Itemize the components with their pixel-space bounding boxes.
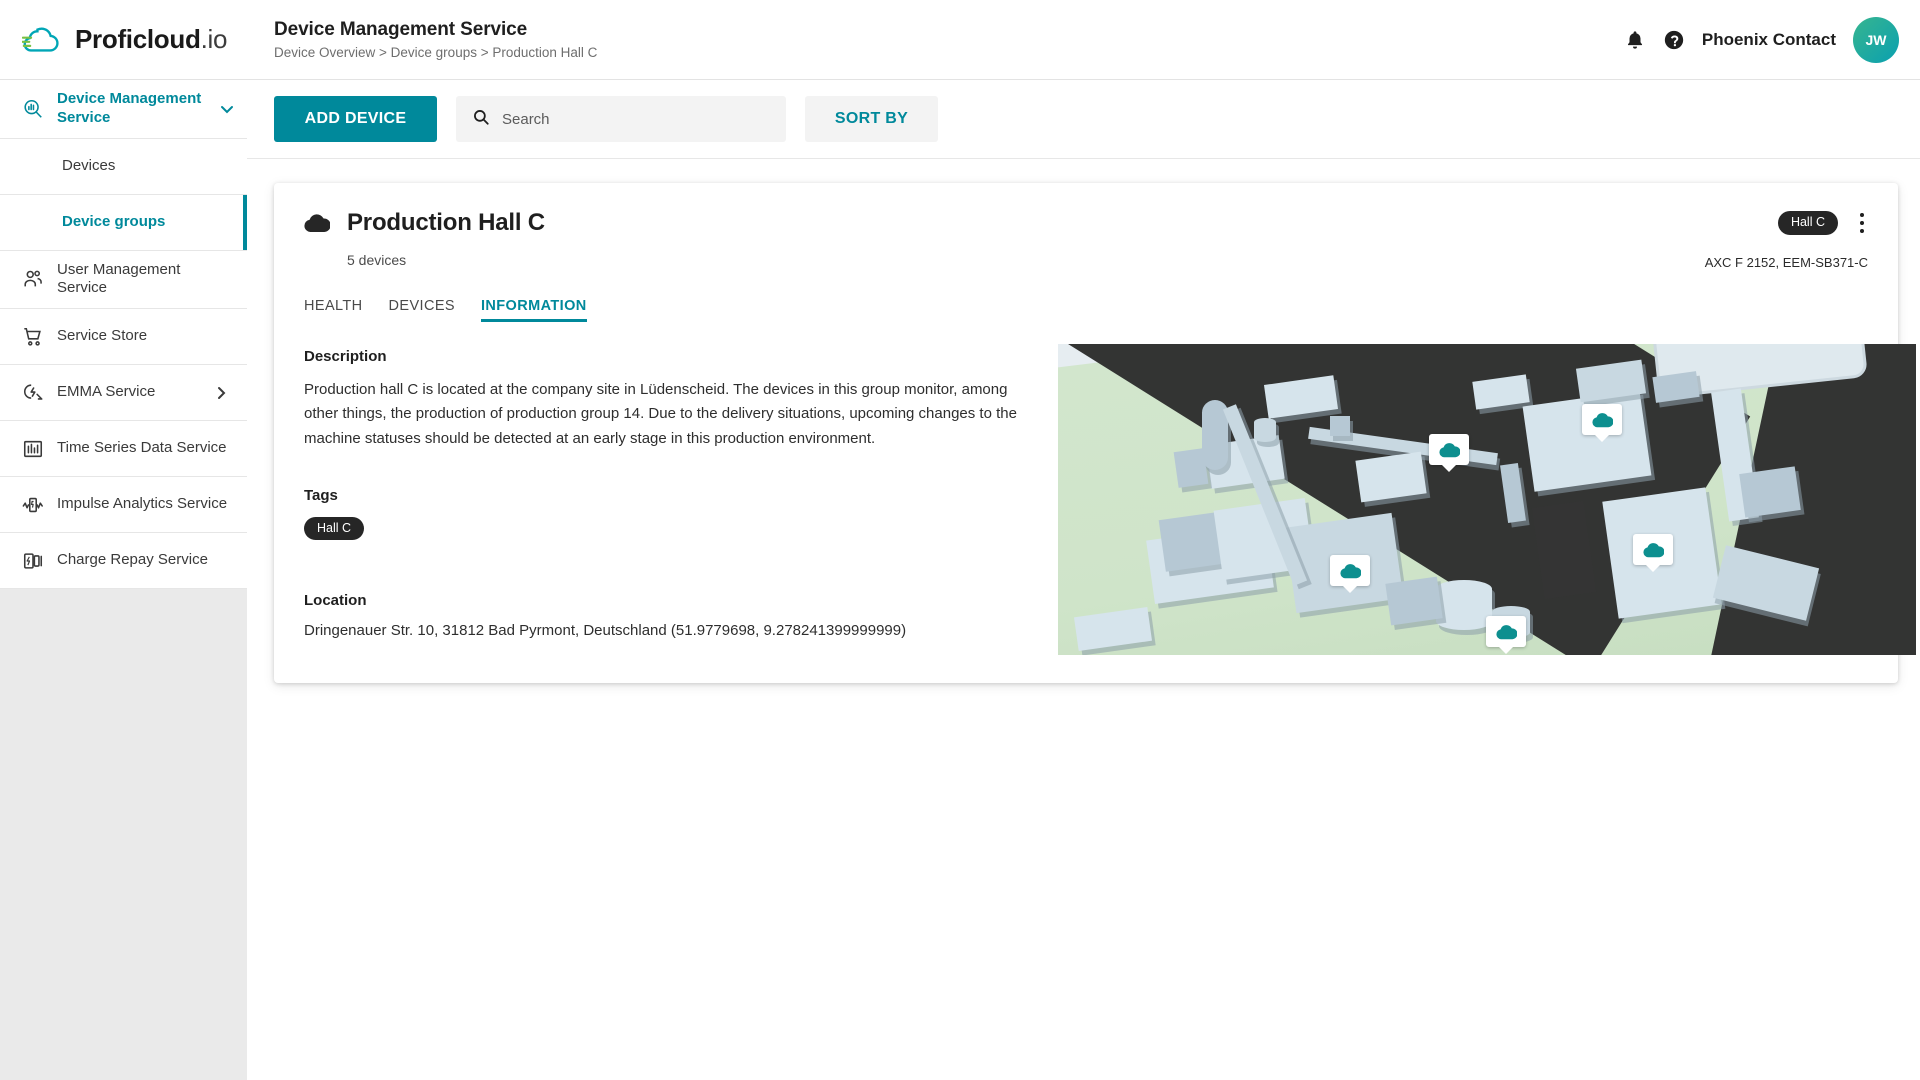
map-tank: [1254, 418, 1276, 442]
information-column: Description Production hall C is located…: [304, 344, 1020, 655]
page-title: Device Management Service: [274, 19, 528, 40]
card-header: Production Hall C 5 devices Hall C AXC F…: [304, 209, 1868, 270]
map-building: [1330, 416, 1350, 436]
battery-icon: [22, 550, 44, 572]
sidebar-item-device-management-service[interactable]: Device Management Service: [0, 80, 247, 139]
sidebar-item-device-groups[interactable]: Device groups: [0, 194, 247, 251]
brand-name: Proficloud.io: [75, 24, 228, 54]
device-group-card: Production Hall C 5 devices Hall C AXC F…: [274, 183, 1916, 683]
content-area: Production Hall C 5 devices Hall C AXC F…: [247, 159, 1920, 1080]
main-area: Device Management Service Device Overvie…: [247, 0, 1920, 1080]
breadcrumb[interactable]: Device Overview > Device groups > Produc…: [274, 45, 597, 60]
sidebar-item-label: Device Management Service: [57, 90, 202, 126]
card-body: Description Production hall C is located…: [304, 344, 1916, 655]
device-management-icon: [22, 98, 44, 120]
sidebar-item-label: Device groups: [62, 212, 166, 230]
sidebar-item-service-store[interactable]: Service Store: [0, 309, 247, 365]
sidebar-item-label: Impulse Analytics Service: [57, 495, 228, 513]
tab-devices[interactable]: DEVICES: [389, 298, 455, 322]
card-title-row: Production Hall C: [304, 209, 545, 237]
shopping-cart-icon: [22, 326, 44, 348]
notification-bell-icon[interactable]: [1624, 29, 1646, 51]
sidebar-item-label: EMMA Service: [57, 383, 156, 401]
cloud-map-pin-icon: [1339, 563, 1361, 578]
sidebar-item-label: User Management Service: [57, 260, 181, 297]
map-pin[interactable]: [1582, 404, 1622, 442]
map-pin[interactable]: [1633, 534, 1673, 572]
organization-name: Phoenix Contact: [1701, 29, 1836, 49]
map-pin[interactable]: [1429, 434, 1469, 472]
emma-icon: [22, 382, 44, 404]
tab-information[interactable]: INFORMATION: [481, 298, 587, 322]
header-actions: Phoenix Contact JW: [1624, 16, 1899, 63]
sidebar-item-time-series-data-service[interactable]: Time Series Data Service: [0, 421, 247, 477]
map-tank: [1436, 580, 1492, 630]
sidebar-item-label: Service Store: [57, 327, 148, 345]
cloud-map-pin-icon: [1438, 442, 1460, 457]
cloud-map-pin-icon: [1642, 542, 1664, 557]
cloud-speed-logo-icon: [20, 25, 62, 55]
impulse-icon: [22, 494, 44, 516]
cloud-map-pin-icon: [1495, 624, 1517, 639]
location-text: Dringenauer Str. 10, 31812 Bad Pyrmont, …: [304, 622, 907, 640]
tab-health[interactable]: HEALTH: [304, 298, 363, 322]
toolbar: ADD DEVICE SORT BY: [247, 80, 1920, 159]
card-header-right-top: Hall C: [1777, 209, 1868, 237]
map-building: [1739, 466, 1801, 518]
search-box[interactable]: [456, 96, 786, 142]
sidebar-item-impulse-analytics-service[interactable]: Impulse Analytics Service: [0, 477, 247, 533]
site-map-image[interactable]: [1058, 344, 1916, 655]
app-root: Proficloud.io Device Management Service …: [0, 0, 1920, 1080]
add-device-button[interactable]: ADD DEVICE: [274, 96, 437, 142]
map-building: [1158, 512, 1224, 572]
sidebar-item-label: Time Series Data Service: [57, 439, 227, 457]
sidebar-item-user-management-service[interactable]: User Management Service: [0, 250, 247, 309]
header-titles: Device Management Service Device Overvie…: [274, 19, 597, 60]
more-vertical-icon[interactable]: [1856, 209, 1868, 237]
card-tabs: HEALTH DEVICES INFORMATION: [304, 298, 1868, 322]
card-title: Production Hall C: [347, 209, 545, 236]
search-input[interactable]: [502, 110, 770, 128]
sort-by-button[interactable]: SORT BY: [805, 96, 938, 142]
cloud-map-pin-icon: [1591, 412, 1613, 427]
sidebar-nav: Device Management Service Devices Device…: [0, 80, 247, 589]
help-circle-icon[interactable]: [1663, 29, 1685, 51]
brand-logo-area[interactable]: Proficloud.io: [0, 0, 247, 80]
device-models: AXC F 2152, EEM-SB371-C: [1704, 255, 1868, 270]
device-count: 5 devices: [347, 252, 407, 268]
chevron-right-icon[interactable]: [213, 385, 229, 401]
description-text: Production hall C is located at the comp…: [304, 381, 1017, 447]
map-pin[interactable]: [1330, 555, 1370, 593]
search-icon: [472, 108, 490, 131]
map-pin[interactable]: [1486, 616, 1526, 654]
tags-section: Tags Hall C: [304, 487, 1020, 541]
map-building: [1385, 576, 1443, 626]
card-header-right: Hall C AXC F 2152, EEM-SB371-C: [1705, 209, 1868, 270]
location-section: Location Dringenauer Str. 10, 31812 Bad …: [304, 592, 1020, 639]
tags-heading: Tags: [304, 486, 338, 504]
status-badge: Hall C: [1777, 211, 1838, 235]
users-icon: [22, 268, 44, 290]
cloud-icon: [304, 213, 331, 233]
sidebar-item-charge-repay-service[interactable]: Charge Repay Service: [0, 533, 247, 589]
location-heading: Location: [304, 592, 367, 610]
sidebar-item-label: Devices: [62, 156, 116, 174]
tag-chip: Hall C: [304, 516, 365, 541]
description-heading: Description: [304, 348, 387, 365]
sidebar-item-devices[interactable]: Devices: [0, 138, 247, 195]
bar-chart-icon: [22, 438, 44, 460]
sidebar-item-emma-service[interactable]: EMMA Service: [0, 365, 247, 421]
card-header-left: Production Hall C 5 devices: [304, 209, 545, 268]
chevron-down-icon[interactable]: [219, 101, 235, 117]
avatar[interactable]: JW: [1853, 16, 1899, 63]
sidebar-item-label: Charge Repay Service: [57, 551, 208, 569]
sidebar: Proficloud.io Device Management Service …: [0, 0, 247, 1080]
top-header: Device Management Service Device Overvie…: [247, 0, 1920, 80]
